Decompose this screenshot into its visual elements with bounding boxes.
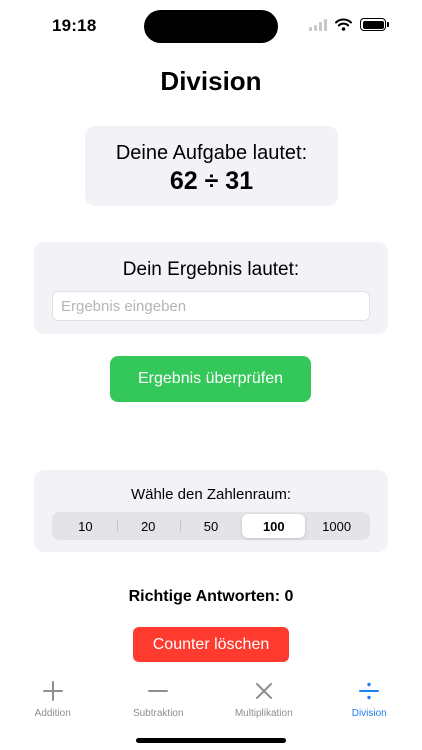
result-card: Dein Ergebnis lautet: bbox=[34, 242, 388, 334]
reset-counter-button[interactable]: Counter löschen bbox=[133, 627, 289, 662]
tab-addition[interactable]: Addition bbox=[0, 676, 106, 724]
range-option-50[interactable]: 50 bbox=[179, 514, 243, 538]
status-bar: 19:18 bbox=[0, 0, 422, 52]
task-expression: 62 ÷ 31 bbox=[169, 167, 254, 195]
check-result-button[interactable]: Ergebnis überprüfen bbox=[110, 356, 311, 402]
range-option-1000[interactable]: 1000 bbox=[305, 514, 368, 538]
tab-label: Subtraktion bbox=[132, 708, 184, 719]
page-title: Division bbox=[160, 66, 262, 96]
result-input[interactable] bbox=[52, 291, 370, 321]
task-label: Deine Aufgabe lautet: bbox=[115, 142, 308, 164]
status-time: 19:18 bbox=[52, 16, 97, 35]
dynamic-island bbox=[144, 10, 278, 43]
multiply-icon bbox=[253, 676, 275, 706]
tab-label: Multiplikation bbox=[234, 708, 293, 719]
status-icons bbox=[309, 18, 389, 31]
range-label: Wähle den Zahlenraum: bbox=[130, 486, 292, 503]
cellular-signal-icon bbox=[309, 18, 327, 31]
plus-icon bbox=[42, 676, 64, 706]
screen: 19:18 Division Deine Aufgabe lautet: 62 … bbox=[0, 0, 422, 750]
range-option-100[interactable]: 100 bbox=[242, 514, 306, 538]
tab-division[interactable]: Division bbox=[317, 676, 422, 724]
range-option-10[interactable]: 10 bbox=[54, 514, 117, 538]
range-option-20[interactable]: 20 bbox=[116, 514, 180, 538]
home-indicator bbox=[136, 738, 286, 743]
range-card: Wähle den Zahlenraum: 10 20 50 100 1000 bbox=[34, 470, 388, 552]
tab-label: Division bbox=[351, 708, 387, 719]
minus-icon bbox=[147, 676, 169, 706]
battery-icon bbox=[360, 18, 389, 31]
range-segmented-control: 10 20 50 100 1000 bbox=[52, 512, 370, 540]
divide-icon bbox=[358, 676, 380, 706]
tab-label: Addition bbox=[34, 708, 71, 719]
correct-answers-counter: Richtige Antworten: 0 bbox=[128, 588, 294, 605]
tab-bar: Addition Subtraktion Multiplikation Divi… bbox=[0, 676, 422, 724]
tab-multiplication[interactable]: Multiplikation bbox=[211, 676, 317, 724]
result-label: Dein Ergebnis lautet: bbox=[122, 259, 300, 280]
task-card: Deine Aufgabe lautet: 62 ÷ 31 bbox=[85, 126, 338, 206]
tab-subtraction[interactable]: Subtraktion bbox=[106, 676, 212, 724]
wifi-icon bbox=[335, 18, 352, 31]
